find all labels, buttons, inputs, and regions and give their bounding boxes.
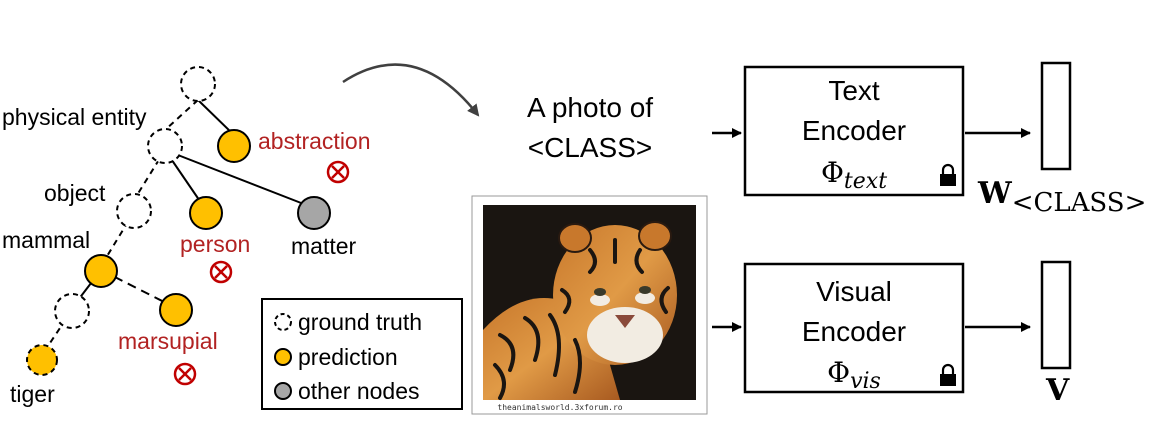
- node-matter: [297, 196, 331, 230]
- legend-ground-truth-label: ground truth: [298, 309, 422, 335]
- label-object: object: [44, 180, 106, 206]
- node-ground-truth: [54, 293, 90, 329]
- node-marsupial: [159, 293, 193, 327]
- visual-encoder: Visual Encoder Φvis: [743, 262, 965, 394]
- v-vector: [1040, 260, 1072, 370]
- label-physical-entity: physical entity: [2, 104, 147, 130]
- legend-other-icon: [274, 382, 292, 400]
- visual-encoder-line1: Visual: [816, 276, 892, 307]
- diagram-canvas: physical entity abstraction object perso…: [0, 0, 1166, 444]
- label-abstraction: abstraction: [258, 128, 371, 154]
- diagram-svg: physical entity abstraction object perso…: [2, 61, 1146, 415]
- legend: ground truth prediction other nodes: [261, 298, 463, 410]
- v-label: V: [1045, 373, 1070, 408]
- edge-root-physical: [164, 99, 199, 131]
- node-tiger: [26, 344, 58, 376]
- legend-ground-truth-icon: [274, 313, 292, 331]
- node-mammal: [84, 254, 118, 288]
- curved-arrow-icon: [342, 63, 480, 117]
- label-mammal: mammal: [2, 227, 90, 253]
- text-encoder: Text Encoder Φtext: [743, 65, 965, 197]
- legend-other-label: other nodes: [298, 378, 419, 404]
- node-physical-entity: [147, 128, 183, 164]
- edge-root-abstraction: [197, 99, 235, 136]
- wrong-mark-icon: [209, 260, 233, 284]
- text-encoder-line2: Encoder: [802, 115, 906, 146]
- label-marsupial: marsupial: [118, 328, 218, 354]
- w-label: W<CLASS>: [977, 176, 1146, 218]
- node-object: [116, 193, 152, 229]
- text-encoder-line1: Text: [828, 75, 880, 106]
- prompt-line2: <CLASS>: [528, 132, 653, 163]
- node-root: [180, 66, 216, 102]
- wrong-mark-icon: [173, 362, 197, 386]
- label-tiger: tiger: [10, 381, 55, 407]
- visual-encoder-line2: Encoder: [802, 316, 906, 347]
- w-vector: [1040, 61, 1072, 171]
- tiger-image: theanimalsworld.3xforum.ro: [471, 195, 708, 415]
- prompt: A photo of <CLASS>: [527, 92, 653, 163]
- legend-prediction-icon: [274, 348, 292, 366]
- node-person: [189, 196, 223, 230]
- prompt-line1: A photo of: [527, 92, 653, 123]
- label-matter: matter: [291, 233, 357, 259]
- node-abstraction: [217, 129, 251, 163]
- wrong-mark-icon: [326, 160, 350, 184]
- image-watermark: theanimalsworld.3xforum.ro: [497, 403, 622, 412]
- legend-prediction-label: prediction: [298, 344, 398, 370]
- label-person: person: [180, 231, 250, 257]
